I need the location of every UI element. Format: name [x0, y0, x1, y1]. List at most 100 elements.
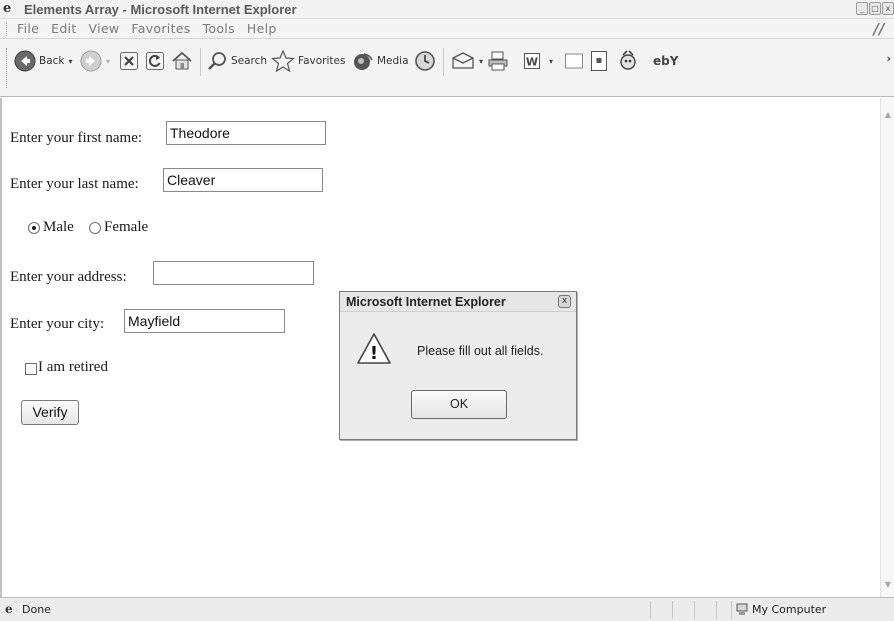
- status-pane-divider: [672, 601, 673, 619]
- city-label: Enter your city:: [10, 316, 105, 332]
- ok-button[interactable]: OK: [411, 390, 507, 419]
- media-icon: [354, 53, 373, 70]
- search-icon: [208, 52, 226, 70]
- retired-checkbox[interactable]: [25, 363, 37, 375]
- menu-file[interactable]: File: [17, 21, 39, 36]
- research-button[interactable]: [590, 49, 608, 73]
- menu-items: File Edit View Favorites Tools Help: [17, 21, 289, 36]
- page-status-icon: e: [5, 602, 13, 616]
- menu-view[interactable]: View: [89, 21, 120, 36]
- minimize-button[interactable]: _: [856, 2, 868, 15]
- address-input[interactable]: [153, 261, 314, 285]
- warning-glyph: !: [370, 343, 378, 364]
- first-name-input[interactable]: Theodore: [166, 121, 326, 145]
- last-name-input[interactable]: Cleaver: [163, 168, 323, 192]
- stop-icon: [120, 52, 138, 70]
- warning-icon: !: [357, 333, 391, 364]
- history-button[interactable]: [414, 49, 436, 73]
- favorites-star-icon: [271, 50, 295, 72]
- female-radio[interactable]: [89, 222, 101, 234]
- dialog-close-button[interactable]: x: [558, 295, 571, 308]
- address-label: Enter your address:: [10, 269, 127, 285]
- city-input[interactable]: Mayfield: [124, 309, 285, 333]
- title-bar: e Elements Array - Microsoft Internet Ex…: [0, 0, 894, 19]
- toolbar-separator: [200, 48, 201, 76]
- toolbar-separator: [443, 48, 444, 76]
- toolbar: Back ▾ ▾ Search Favorites Media ▾ W ▾ eb…: [0, 39, 894, 97]
- windows-logo-icon: //: [873, 20, 885, 38]
- refresh-button[interactable]: [145, 49, 165, 73]
- word-glyph: W: [526, 56, 538, 69]
- verify-button[interactable]: Verify: [21, 400, 79, 425]
- dialog-body: ! Please fill out all fields. OK: [343, 315, 573, 436]
- menu-bar: File Edit View Favorites Tools Help //: [0, 19, 894, 39]
- favorites-label: Favorites: [298, 55, 346, 67]
- back-dropdown-icon[interactable]: ▾: [69, 57, 73, 66]
- home-button[interactable]: [171, 49, 193, 73]
- menu-favorites[interactable]: Favorites: [131, 21, 190, 36]
- female-label: Female: [104, 219, 149, 235]
- stop-button[interactable]: [119, 49, 139, 73]
- search-button[interactable]: Search: [206, 49, 267, 73]
- word-icon: W: [524, 53, 540, 69]
- security-zone-text: My Computer: [752, 603, 827, 616]
- ebay-icon: ebY: [653, 54, 679, 68]
- vertical-scrollbar[interactable]: ▲ ▼: [880, 98, 894, 597]
- menu-grip[interactable]: [6, 23, 8, 36]
- mail-dropdown-icon[interactable]: ▾: [479, 57, 483, 66]
- history-icon: [415, 51, 435, 71]
- scroll-down-icon[interactable]: ▼: [883, 580, 893, 590]
- back-label: Back: [39, 55, 65, 67]
- status-pane-divider: [650, 601, 651, 619]
- edit-word-button[interactable]: W ▾: [523, 49, 553, 73]
- dialog-title-bar[interactable]: Microsoft Internet Explorer x: [340, 292, 576, 312]
- refresh-icon: [146, 52, 164, 70]
- menu-edit[interactable]: Edit: [51, 21, 76, 36]
- mail-icon: [452, 52, 474, 69]
- retired-label: I am retired: [38, 359, 108, 375]
- favorites-button[interactable]: Favorites: [271, 49, 345, 73]
- search-label: Search: [231, 55, 268, 67]
- mail-button[interactable]: ▾: [451, 49, 483, 73]
- close-window-button[interactable]: x: [882, 2, 894, 15]
- status-pane-divider: [716, 601, 717, 619]
- toolbar-overflow-icon[interactable]: ›: [886, 52, 891, 65]
- dialog-title: Microsoft Internet Explorer: [346, 295, 506, 309]
- media-button[interactable]: Media: [352, 49, 409, 73]
- discuss-icon: [565, 53, 583, 69]
- back-button[interactable]: Back ▾: [14, 49, 73, 73]
- status-pane-divider: [694, 601, 695, 619]
- home-icon: [172, 51, 192, 70]
- my-computer-icon: [736, 603, 748, 615]
- alert-dialog: Microsoft Internet Explorer x ! Please f…: [339, 291, 577, 440]
- male-radio[interactable]: [28, 222, 40, 234]
- media-label: Media: [377, 55, 409, 67]
- back-arrow-icon: [14, 50, 36, 72]
- ebay-button[interactable]: ebY: [650, 49, 678, 73]
- forward-button[interactable]: ▾: [80, 49, 110, 73]
- messenger-button[interactable]: [619, 49, 645, 73]
- toolbar-grip[interactable]: [6, 48, 8, 88]
- radio-selected-dot: [32, 226, 36, 230]
- window-controls: _ □ x: [856, 2, 894, 15]
- dialog-message: Please fill out all fields.: [417, 344, 544, 358]
- last-name-label: Enter your last name:: [10, 176, 139, 192]
- forward-arrow-icon: [80, 50, 102, 72]
- status-pane-divider: [731, 601, 732, 619]
- ie-logo-icon: e: [3, 1, 12, 16]
- edit-dropdown-icon[interactable]: ▾: [549, 57, 553, 66]
- male-label: Male: [43, 219, 74, 235]
- discuss-button[interactable]: [564, 49, 584, 73]
- forward-dropdown-icon[interactable]: ▾: [106, 57, 110, 66]
- first-name-label: Enter your first name:: [10, 130, 143, 146]
- menu-tools[interactable]: Tools: [203, 21, 235, 36]
- messenger-icon: [620, 50, 636, 70]
- status-bar: e Done My Computer: [0, 597, 894, 621]
- research-icon: [591, 51, 607, 71]
- print-button[interactable]: [487, 49, 509, 73]
- maximize-button[interactable]: □: [869, 2, 881, 15]
- menu-help[interactable]: Help: [247, 21, 277, 36]
- scroll-up-icon[interactable]: ▲: [883, 110, 893, 120]
- window-title: Elements Array - Microsoft Internet Expl…: [24, 2, 297, 17]
- status-text: Done: [22, 603, 51, 616]
